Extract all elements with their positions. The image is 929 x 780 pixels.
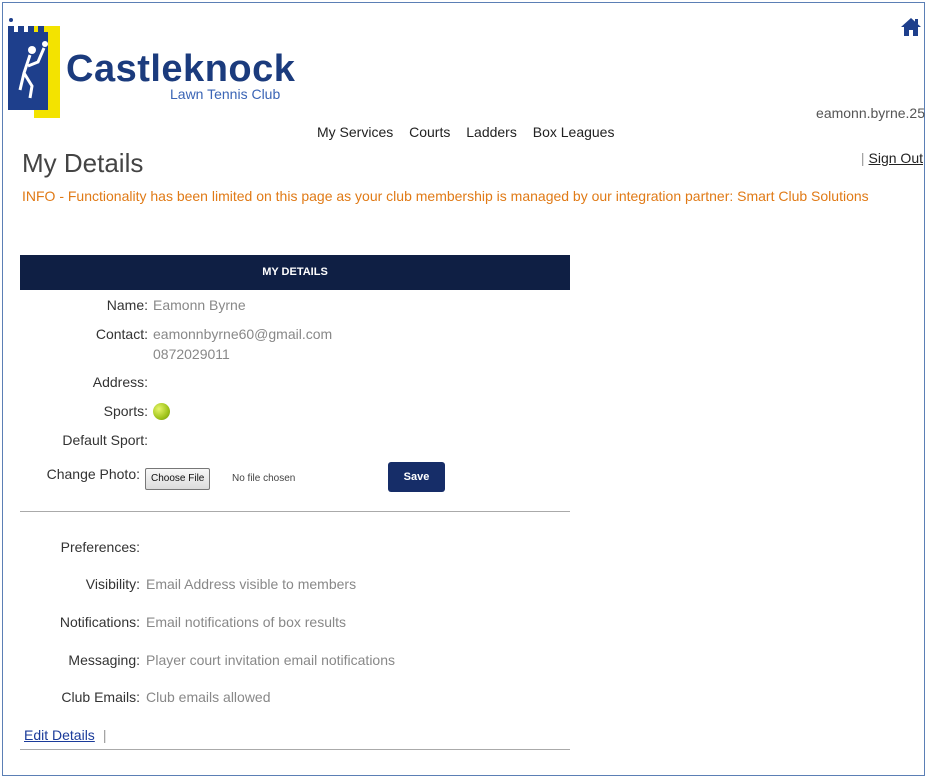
top-nav: My Services Courts Ladders Box Leagues bbox=[317, 124, 626, 140]
sign-out-link[interactable]: Sign Out bbox=[869, 150, 923, 166]
choose-file-button[interactable]: Choose File bbox=[145, 468, 211, 490]
signout-area: | Sign Out bbox=[861, 150, 923, 166]
club-emails-value: Club emails allowed bbox=[146, 689, 271, 705]
divider bbox=[20, 511, 570, 512]
info-message: INFO - Functionality has been limited on… bbox=[22, 188, 869, 204]
page-title: My Details bbox=[22, 148, 144, 178]
save-button[interactable]: Save bbox=[388, 462, 445, 492]
divider bbox=[20, 749, 570, 750]
edit-details-link[interactable]: Edit Details bbox=[24, 727, 95, 743]
default-sport-label: Default Sport: bbox=[62, 432, 148, 448]
my-details-header: MY DETAILS bbox=[20, 255, 570, 290]
address-label: Address: bbox=[92, 374, 148, 390]
sports-label: Sports: bbox=[103, 403, 148, 419]
visibility-label: Visibility: bbox=[85, 576, 140, 592]
preferences-heading: Preferences: bbox=[60, 539, 140, 555]
contact-email: eamonnbyrne60@gmail.com bbox=[153, 326, 333, 342]
nav-courts[interactable]: Courts bbox=[409, 124, 450, 140]
name-label: Name: bbox=[106, 297, 148, 313]
visibility-value: Email Address visible to members bbox=[146, 576, 357, 592]
edit-details-area: Edit Details | bbox=[24, 727, 106, 743]
file-status: No file chosen bbox=[232, 473, 296, 484]
home-icon[interactable] bbox=[900, 16, 922, 38]
name-value: Eamonn Byrne bbox=[153, 297, 246, 313]
contact-phone: 0872029011 bbox=[153, 346, 230, 362]
club-logo bbox=[8, 18, 60, 118]
divider: | bbox=[102, 727, 107, 743]
username: eamonn.byrne.25 bbox=[816, 105, 925, 121]
messaging-label: Messaging: bbox=[68, 652, 140, 668]
notifications-value: Email notifications of box results bbox=[146, 614, 346, 630]
tennis-ball-icon bbox=[153, 403, 170, 420]
notifications-label: Notifications: bbox=[59, 614, 140, 630]
nav-ladders[interactable]: Ladders bbox=[466, 124, 517, 140]
nav-my-services[interactable]: My Services bbox=[317, 124, 393, 140]
contact-label: Contact: bbox=[95, 326, 148, 342]
nav-box-leagues[interactable]: Box Leagues bbox=[533, 124, 615, 140]
divider: | bbox=[860, 150, 865, 166]
brand-subtitle: Lawn Tennis Club bbox=[170, 86, 281, 102]
brand-name: Castleknock bbox=[66, 48, 296, 90]
messaging-value: Player court invitation email notificati… bbox=[146, 652, 396, 668]
club-emails-label: Club Emails: bbox=[61, 689, 140, 705]
change-photo-label: Change Photo: bbox=[46, 466, 140, 482]
